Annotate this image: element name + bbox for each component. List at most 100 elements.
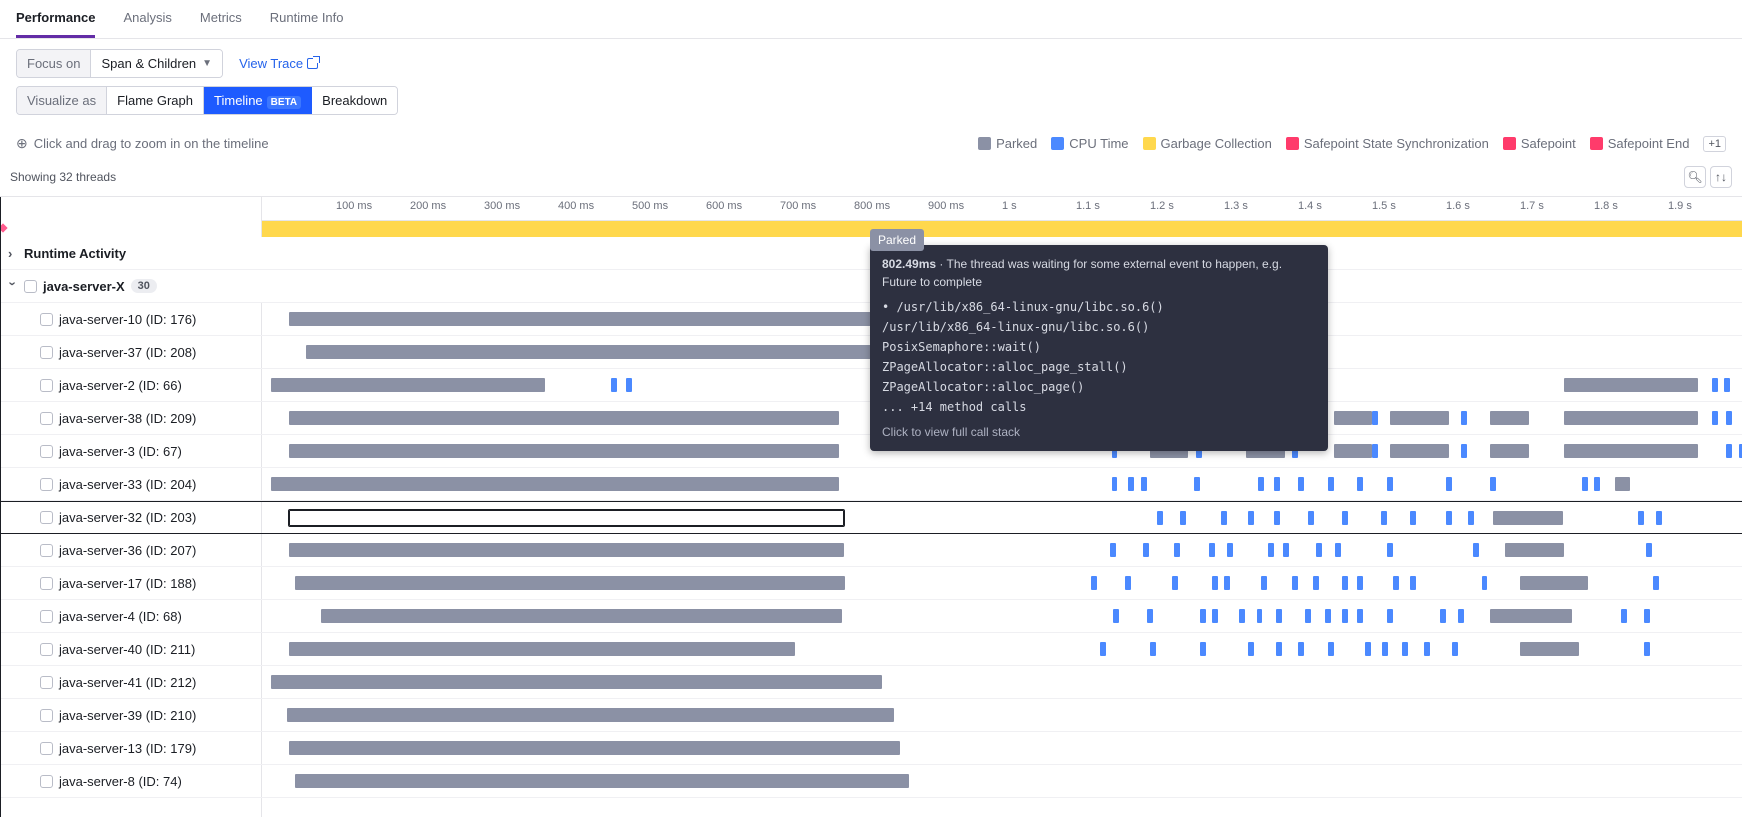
parked-span[interactable] bbox=[321, 609, 842, 623]
chevron-down-icon[interactable]: › bbox=[6, 281, 21, 291]
cpu-span[interactable] bbox=[1726, 411, 1732, 425]
cpu-span[interactable] bbox=[1328, 642, 1334, 656]
cpu-span[interactable] bbox=[1110, 543, 1116, 557]
cpu-span[interactable] bbox=[1424, 642, 1430, 656]
cpu-span[interactable] bbox=[1372, 444, 1378, 458]
parked-span[interactable] bbox=[1490, 411, 1528, 425]
cpu-span[interactable] bbox=[1261, 576, 1267, 590]
parked-span[interactable] bbox=[1564, 444, 1697, 458]
cpu-span[interactable] bbox=[1328, 477, 1334, 491]
parked-span[interactable] bbox=[295, 774, 909, 788]
cpu-span[interactable] bbox=[1446, 477, 1452, 491]
parked-span[interactable] bbox=[1334, 411, 1372, 425]
cpu-span[interactable] bbox=[1125, 576, 1131, 590]
legend-cpu-time[interactable]: CPU Time bbox=[1051, 136, 1128, 151]
playhead-line[interactable] bbox=[0, 197, 1, 817]
parked-span[interactable] bbox=[289, 411, 840, 425]
cpu-span[interactable] bbox=[1446, 511, 1452, 525]
legend-safepoint-state-synchronization[interactable]: Safepoint State Synchronization bbox=[1286, 136, 1489, 151]
cpu-span[interactable] bbox=[1461, 411, 1467, 425]
cpu-span[interactable] bbox=[1594, 477, 1600, 491]
cpu-span[interactable] bbox=[1212, 609, 1218, 623]
parked-span[interactable] bbox=[1390, 444, 1449, 458]
thread-checkbox[interactable] bbox=[40, 313, 53, 326]
thread-checkbox[interactable] bbox=[40, 742, 53, 755]
cpu-span[interactable] bbox=[1174, 543, 1180, 557]
parked-span[interactable] bbox=[287, 708, 894, 722]
parked-span[interactable] bbox=[289, 510, 844, 526]
cpu-span[interactable] bbox=[626, 378, 632, 392]
span-tooltip[interactable]: Parked 802.49ms · The thread was waiting… bbox=[870, 245, 1328, 451]
cpu-span[interactable] bbox=[1712, 378, 1718, 392]
cpu-span[interactable] bbox=[1268, 543, 1274, 557]
thread-row[interactable]: java-server-17 (ID: 188) bbox=[0, 567, 1742, 600]
cpu-span[interactable] bbox=[1644, 642, 1650, 656]
parked-span[interactable] bbox=[289, 444, 840, 458]
cpu-span[interactable] bbox=[1257, 609, 1263, 623]
parked-span[interactable] bbox=[271, 477, 839, 491]
cpu-span[interactable] bbox=[1382, 642, 1388, 656]
cpu-span[interactable] bbox=[1325, 609, 1331, 623]
cpu-span[interactable] bbox=[1410, 511, 1416, 525]
parked-span[interactable] bbox=[1505, 543, 1564, 557]
cpu-span[interactable] bbox=[1452, 642, 1458, 656]
cpu-span[interactable] bbox=[1393, 576, 1399, 590]
thread-checkbox[interactable] bbox=[40, 412, 53, 425]
cpu-span[interactable] bbox=[1313, 576, 1319, 590]
cpu-span[interactable] bbox=[1473, 543, 1479, 557]
thread-checkbox[interactable] bbox=[40, 775, 53, 788]
thread-checkbox[interactable] bbox=[40, 709, 53, 722]
thread-row[interactable]: java-server-40 (ID: 211) bbox=[0, 633, 1742, 666]
cpu-span[interactable] bbox=[1274, 477, 1280, 491]
parked-span[interactable] bbox=[271, 675, 882, 689]
cpu-span[interactable] bbox=[1335, 543, 1341, 557]
viz-breakdown[interactable]: Breakdown bbox=[312, 87, 397, 114]
thread-row[interactable]: java-server-33 (ID: 204) bbox=[0, 468, 1742, 501]
legend-overflow-button[interactable]: +1 bbox=[1703, 136, 1726, 152]
cpu-span[interactable] bbox=[1621, 609, 1627, 623]
parked-span[interactable] bbox=[271, 378, 545, 392]
parked-span[interactable] bbox=[1490, 444, 1528, 458]
search-button[interactable]: 🔍︎ bbox=[1684, 166, 1706, 188]
cpu-span[interactable] bbox=[1248, 642, 1254, 656]
cpu-span[interactable] bbox=[1387, 543, 1393, 557]
thread-checkbox[interactable] bbox=[40, 478, 53, 491]
cpu-span[interactable] bbox=[1490, 477, 1496, 491]
thread-checkbox[interactable] bbox=[40, 544, 53, 557]
cpu-span[interactable] bbox=[1128, 477, 1134, 491]
cpu-span[interactable] bbox=[1342, 576, 1348, 590]
parked-span[interactable] bbox=[1520, 576, 1588, 590]
thread-row[interactable]: java-server-36 (ID: 207) bbox=[0, 534, 1742, 567]
chevron-right-icon[interactable]: › bbox=[8, 246, 18, 261]
parked-span[interactable] bbox=[289, 543, 844, 557]
cpu-span[interactable] bbox=[1141, 477, 1147, 491]
runtime-activity-track[interactable] bbox=[262, 221, 1742, 237]
thread-row[interactable]: java-server-41 (ID: 212) bbox=[0, 666, 1742, 699]
cpu-span[interactable] bbox=[1308, 511, 1314, 525]
cpu-span[interactable] bbox=[1582, 477, 1588, 491]
cpu-span[interactable] bbox=[1091, 576, 1097, 590]
parked-span[interactable] bbox=[295, 576, 846, 590]
cpu-span[interactable] bbox=[1283, 543, 1289, 557]
cpu-span[interactable] bbox=[1298, 642, 1304, 656]
tab-metrics[interactable]: Metrics bbox=[200, 10, 242, 38]
thread-row[interactable]: java-server-13 (ID: 179) bbox=[0, 732, 1742, 765]
sort-button[interactable]: ↑↓ bbox=[1710, 166, 1732, 188]
cpu-span[interactable] bbox=[1381, 511, 1387, 525]
cpu-span[interactable] bbox=[1209, 543, 1215, 557]
cpu-span[interactable] bbox=[611, 378, 617, 392]
thread-checkbox[interactable] bbox=[40, 577, 53, 590]
cpu-span[interactable] bbox=[1357, 477, 1363, 491]
parked-span[interactable] bbox=[1334, 444, 1372, 458]
cpu-span[interactable] bbox=[1100, 642, 1106, 656]
cpu-span[interactable] bbox=[1638, 511, 1644, 525]
visualize-segmented[interactable]: Visualize as Flame Graph TimelineBETA Br… bbox=[16, 86, 398, 115]
cpu-span[interactable] bbox=[1180, 511, 1186, 525]
tab-runtime-info[interactable]: Runtime Info bbox=[270, 10, 344, 38]
cpu-span[interactable] bbox=[1461, 444, 1467, 458]
group-name[interactable]: java-server-X bbox=[43, 279, 125, 294]
cpu-span[interactable] bbox=[1724, 378, 1730, 392]
parked-span[interactable] bbox=[1520, 642, 1579, 656]
cpu-span[interactable] bbox=[1221, 511, 1227, 525]
cpu-span[interactable] bbox=[1440, 609, 1446, 623]
